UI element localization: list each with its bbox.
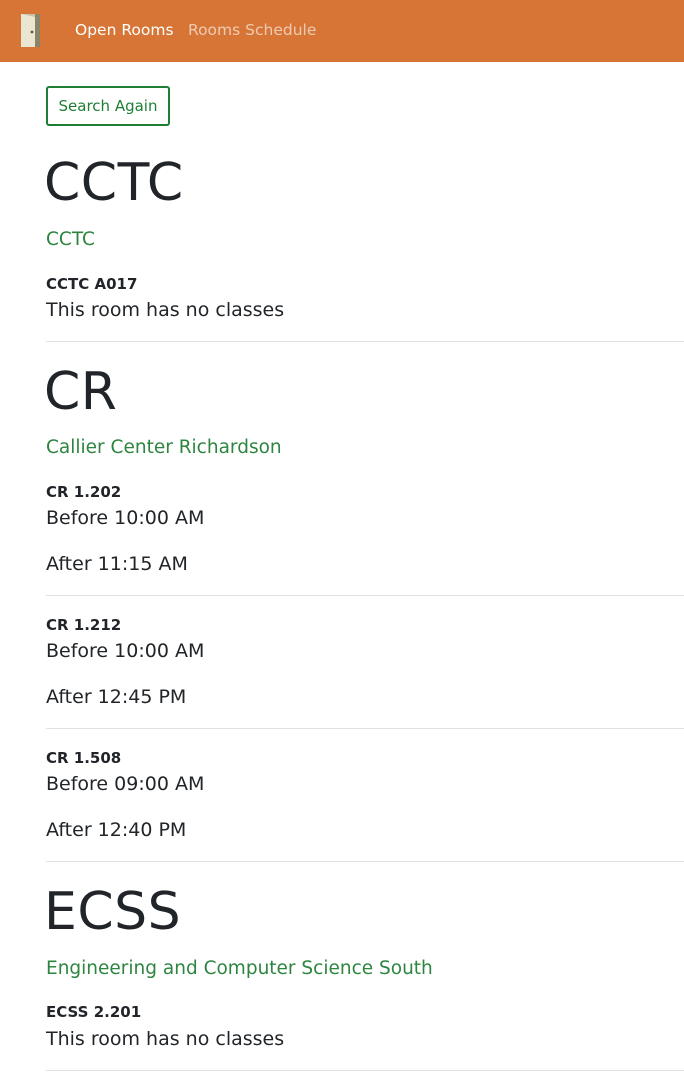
room-id: CR 1.212 bbox=[46, 616, 122, 634]
divider bbox=[46, 861, 684, 862]
divider bbox=[46, 1070, 684, 1071]
building-code: ECSS bbox=[44, 882, 182, 942]
room-id: ECSS 2.201 bbox=[46, 1003, 142, 1021]
building-code: CR bbox=[44, 362, 118, 422]
search-again-button[interactable]: Search Again bbox=[46, 86, 170, 126]
room-id: CR 1.202 bbox=[46, 483, 122, 501]
room-id: CCTC A017 bbox=[46, 275, 138, 293]
room-availability: Before 10:00 AM bbox=[46, 640, 205, 662]
nav-open-rooms[interactable]: Open Rooms bbox=[75, 20, 174, 40]
building-name: CCTC bbox=[46, 229, 95, 250]
room-availability: After 12:40 PM bbox=[46, 819, 187, 841]
building-code: CCTC bbox=[44, 153, 184, 213]
room-availability: Before 09:00 AM bbox=[46, 773, 205, 795]
room-availability: This room has no classes bbox=[46, 299, 285, 321]
room-availability: Before 10:00 AM bbox=[46, 507, 205, 529]
building-name: Callier Center Richardson bbox=[46, 437, 282, 458]
divider bbox=[46, 728, 684, 729]
room-availability: This room has no classes bbox=[46, 1028, 285, 1050]
nav-rooms-schedule[interactable]: Rooms Schedule bbox=[188, 20, 316, 40]
room-id: CR 1.508 bbox=[46, 749, 122, 767]
room-availability: After 12:45 PM bbox=[46, 686, 187, 708]
divider bbox=[46, 341, 684, 342]
building-name: Engineering and Computer Science South bbox=[46, 958, 433, 979]
divider bbox=[46, 595, 684, 596]
room-availability: After 11:15 AM bbox=[46, 553, 188, 575]
door-icon[interactable] bbox=[20, 13, 42, 48]
navbar: Open Rooms Rooms Schedule bbox=[0, 0, 684, 62]
